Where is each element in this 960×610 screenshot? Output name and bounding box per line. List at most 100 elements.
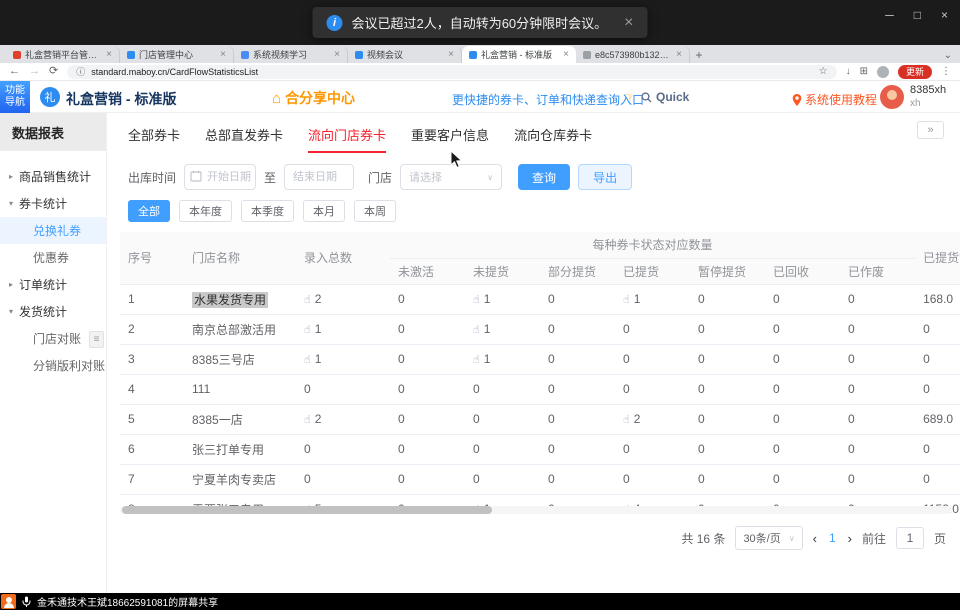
- browser-tab[interactable]: e8c573980b1328a258fd2a6f ×: [576, 46, 690, 63]
- tab-label: 系统视频学习: [253, 48, 330, 61]
- cell-count[interactable]: ☝1: [465, 314, 540, 344]
- reload-icon[interactable]: ⟳: [49, 66, 58, 77]
- back-icon[interactable]: ←: [9, 66, 20, 77]
- forward-icon[interactable]: →: [29, 66, 40, 77]
- tab-label: e8c573980b1328a258fd2a6f: [595, 50, 672, 60]
- page-number[interactable]: 1: [827, 531, 838, 545]
- time-range-chip[interactable]: 全部: [128, 200, 170, 222]
- content-tab-label: 重要客户信息: [411, 128, 489, 143]
- quick-search-button[interactable]: Quick: [641, 90, 689, 104]
- sidebar-collapse-handle[interactable]: ≡: [89, 331, 104, 348]
- table-row[interactable]: 7宁夏羊肉专卖店000000000: [120, 464, 960, 494]
- share-center-link[interactable]: ⌂ 合分享中心: [272, 88, 355, 108]
- end-date-input[interactable]: [284, 164, 354, 190]
- search-button[interactable]: 查询: [518, 164, 570, 190]
- browser-tab[interactable]: 礼盒营销平台管理中心 ×: [6, 46, 120, 63]
- next-page-icon[interactable]: ›: [848, 531, 852, 546]
- cell-count[interactable]: ☝1: [465, 284, 540, 314]
- store-name[interactable]: 张三打单专用: [192, 443, 264, 457]
- content-tab[interactable]: 重要客户信息: [411, 125, 489, 153]
- tab-close-icon[interactable]: ×: [220, 49, 226, 60]
- table-row[interactable]: 58385一店☝2000☝2000689.0: [120, 404, 960, 434]
- tab-close-icon[interactable]: ×: [563, 49, 569, 60]
- tab-favicon-icon: [583, 51, 591, 59]
- browser-update-button[interactable]: 更新: [898, 65, 932, 79]
- cell-count[interactable]: ☝2: [296, 404, 390, 434]
- browser-menu-icon[interactable]: ⋮: [941, 66, 951, 77]
- new-tab-button[interactable]: +: [690, 46, 708, 63]
- sidebar-item[interactable]: 分销版利对账: [0, 352, 106, 379]
- user-avatar[interactable]: [880, 85, 904, 109]
- store-select[interactable]: 请选择 ∨: [400, 164, 502, 190]
- cell-value: 0: [698, 322, 705, 336]
- table-row[interactable]: 38385三号店☝10☝1000000: [120, 344, 960, 374]
- function-nav-button[interactable]: 功能 导航: [0, 81, 30, 113]
- store-name[interactable]: 水果发货专用: [192, 292, 268, 308]
- table-row[interactable]: 2南京总部激活用☝10☝1000000: [120, 314, 960, 344]
- content-tab[interactable]: 流向仓库券卡: [514, 125, 592, 153]
- browser-tab[interactable]: 礼盒营销 - 标准版 ×: [462, 46, 576, 63]
- window-close-icon[interactable]: ×: [941, 8, 948, 22]
- browser-tab[interactable]: 系统视频学习 ×: [234, 46, 348, 63]
- tab-close-icon[interactable]: ×: [676, 49, 682, 60]
- table-row[interactable]: 6张三打单专用000000000: [120, 434, 960, 464]
- sidebar-item[interactable]: ▾ 发货统计: [0, 298, 106, 325]
- store-name[interactable]: 111: [192, 382, 210, 396]
- site-info-icon[interactable]: ⓘ: [76, 65, 85, 78]
- bookmark-star-icon[interactable]: ☆: [819, 66, 828, 77]
- cell-count[interactable]: ☝1: [465, 344, 540, 374]
- tab-close-icon[interactable]: ×: [106, 49, 112, 60]
- time-range-chip[interactable]: 本月: [303, 200, 345, 222]
- cell-count: 0: [765, 344, 840, 374]
- page-size-select[interactable]: 30条/页 ∨: [735, 526, 802, 550]
- prev-page-icon[interactable]: ‹: [813, 531, 817, 546]
- address-bar[interactable]: ⓘ standard.maboy.cn/CardFlowStatisticsLi…: [67, 65, 836, 79]
- goto-page-input[interactable]: [896, 527, 924, 549]
- toast-close-icon[interactable]: ×: [624, 14, 633, 32]
- sidebar-item[interactable]: ▸ 商品销售统计: [0, 163, 106, 190]
- export-button[interactable]: 导出: [578, 164, 632, 190]
- store-name[interactable]: 宁夏羊肉专卖店: [192, 473, 276, 487]
- time-range-chip[interactable]: 本季度: [241, 200, 294, 222]
- panel-expand-button[interactable]: »: [917, 121, 944, 139]
- table-row[interactable]: 4111000000000: [120, 374, 960, 404]
- time-range-chip[interactable]: 本年度: [179, 200, 232, 222]
- cell-count[interactable]: ☝2: [615, 404, 690, 434]
- scrollbar-thumb[interactable]: [122, 506, 492, 514]
- extensions-icon[interactable]: ⊞: [860, 66, 868, 77]
- sidebar-item[interactable]: ▸ 订单统计: [0, 271, 106, 298]
- tab-search-icon[interactable]: ⌄: [944, 50, 952, 61]
- browser-profile-avatar[interactable]: [877, 66, 889, 78]
- browser-tab[interactable]: 视频会议 ×: [348, 46, 462, 63]
- start-date-wrap: [184, 164, 256, 190]
- content-tab[interactable]: 流向门店券卡: [308, 125, 386, 153]
- url-text[interactable]: standard.maboy.cn/CardFlowStatisticsList: [91, 67, 812, 77]
- table-row[interactable]: 1水果发货专用☝20☝10☝1000168.0: [120, 284, 960, 314]
- cell-value: 0: [773, 412, 780, 426]
- cell-count[interactable]: ☝1: [296, 314, 390, 344]
- store-name[interactable]: 8385三号店: [192, 353, 255, 367]
- user-name: 8385xh: [910, 84, 946, 98]
- window-maximize-icon[interactable]: □: [914, 8, 921, 22]
- cell-count[interactable]: ☝1: [296, 344, 390, 374]
- time-range-chip[interactable]: 本周: [354, 200, 396, 222]
- store-name[interactable]: 8385一店: [192, 413, 243, 427]
- cell-count[interactable]: ☝2: [296, 284, 390, 314]
- horizontal-scrollbar[interactable]: [120, 506, 952, 514]
- sidebar-item[interactable]: 优惠券: [0, 244, 106, 271]
- tab-close-icon[interactable]: ×: [334, 49, 340, 60]
- share-app-icon[interactable]: [1, 594, 16, 609]
- window-minimize-icon[interactable]: ─: [885, 8, 894, 22]
- cell-count[interactable]: ☝1: [615, 284, 690, 314]
- sidebar-item[interactable]: ▾ 券卡统计: [0, 190, 106, 217]
- cell-count: 0: [390, 464, 465, 494]
- system-tutorial-link[interactable]: 系统使用教程: [792, 91, 877, 108]
- content-tab[interactable]: 全部券卡: [128, 125, 180, 153]
- tab-close-icon[interactable]: ×: [448, 49, 454, 60]
- download-icon[interactable]: ↓: [846, 66, 851, 77]
- browser-tab[interactable]: 门店管理中心 ×: [120, 46, 234, 63]
- store-name[interactable]: 南京总部激活用: [192, 323, 276, 337]
- content-tab[interactable]: 总部直发券卡: [205, 125, 283, 153]
- sidebar-item[interactable]: 兑换礼券: [0, 217, 106, 244]
- sidebar-item-label: 商品销售统计: [19, 168, 91, 185]
